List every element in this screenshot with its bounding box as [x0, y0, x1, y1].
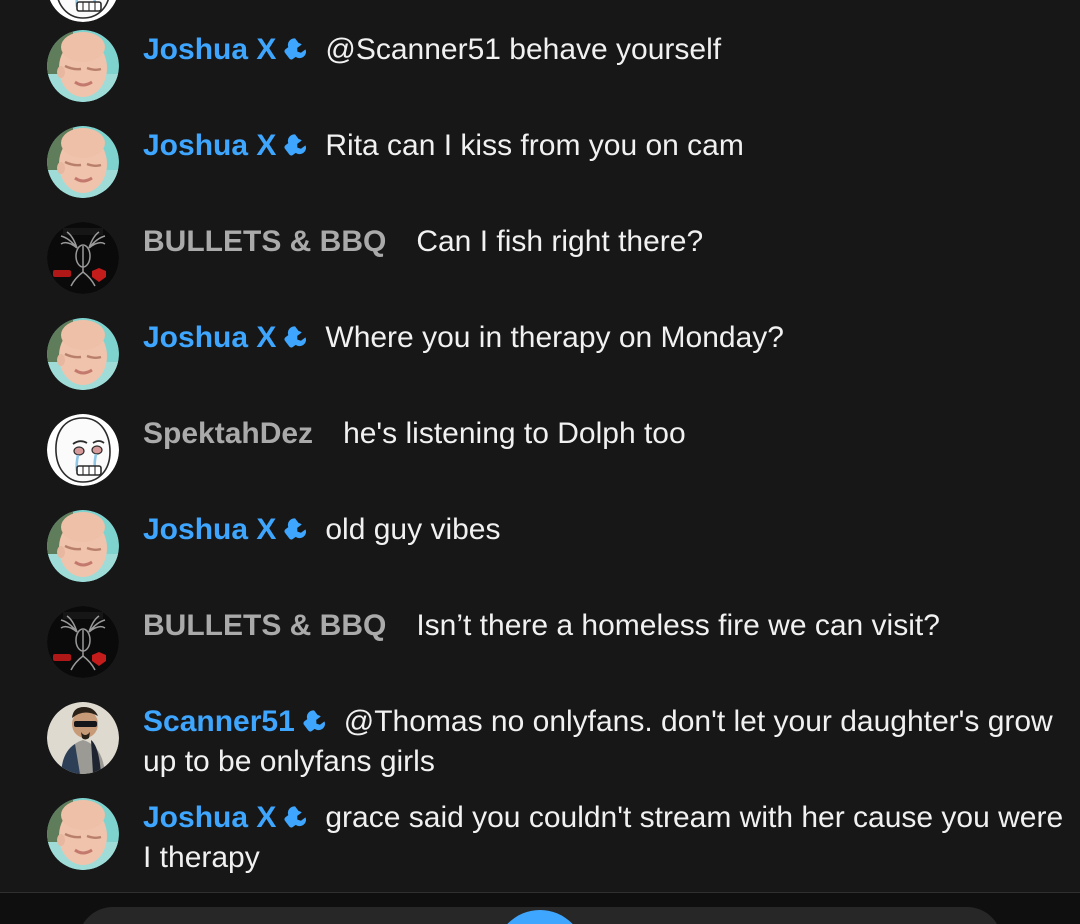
message-line: BULLETS & BBQ Isn’t there a homeless fire…: [143, 609, 940, 642]
message-author[interactable]: BULLETS & BBQ: [143, 609, 386, 642]
avatar[interactable]: [47, 222, 119, 294]
wrench-icon: [283, 516, 309, 542]
avatar[interactable]: [47, 606, 119, 678]
chat-message[interactable]: BULLETS & BBQ Can I fish right there?: [0, 214, 1080, 310]
avatar-image-joshua: [47, 126, 119, 198]
wrench-icon: [283, 132, 309, 158]
wrench-icon: [283, 324, 309, 350]
message-line: Joshua X Rita can I kiss from you on cam: [143, 129, 744, 162]
message-body: old guy vibes: [325, 513, 501, 546]
message-author[interactable]: BULLETS & BBQ: [143, 225, 386, 258]
chat-message-list[interactable]: Joshua X @Scanner51 behave yourself Joshua…: [0, 0, 1080, 892]
avatar[interactable]: [47, 126, 119, 198]
message-line: BULLETS & BBQ Can I fish right there?: [143, 225, 703, 258]
message-body: Can I fish right there?: [416, 225, 704, 258]
message-author[interactable]: Joshua X: [143, 129, 276, 162]
chat-message[interactable]: SpektahDez he's listening to Dolph too: [0, 406, 1080, 502]
chat-message[interactable]: Joshua X @Scanner51 behave yourself: [0, 22, 1080, 118]
message-body: Isn’t there a homeless fire we can visit…: [416, 609, 940, 642]
chat-message[interactable]: [0, 0, 1080, 22]
message-body: Rita can I kiss from you on cam: [325, 129, 744, 162]
wrench-icon: [302, 708, 328, 734]
message-author[interactable]: Joshua X: [143, 321, 276, 354]
avatar-image-joshua: [47, 510, 119, 582]
message-author[interactable]: Joshua X: [143, 801, 276, 834]
message-line: Joshua Xgrace said you couldn't stream w…: [143, 801, 1063, 874]
wrench-icon: [283, 804, 309, 830]
chat-message[interactable]: Scanner51 @Thomas no onlyfans. don't let …: [0, 694, 1080, 790]
message-body: grace said you couldn't stream with her …: [143, 801, 1064, 874]
message-author[interactable]: Scanner51: [143, 705, 295, 738]
message-author[interactable]: Joshua X: [143, 33, 276, 66]
avatar-image-bullets: [47, 606, 119, 678]
message-line: Joshua X Where you in therapy on Monday?: [143, 321, 784, 354]
avatar[interactable]: [47, 510, 119, 582]
message-line: Joshua X @Scanner51 behave yourself: [143, 33, 721, 66]
chat-composer-bar[interactable]: [0, 893, 1080, 924]
avatar-image-bullets: [47, 222, 119, 294]
avatar-image-joshua: [47, 30, 119, 102]
chat-message[interactable]: Joshua Xgrace said you couldn't stream w…: [0, 790, 1080, 886]
avatar-image-wojak: [47, 414, 119, 486]
message-body: Where you in therapy on Monday?: [325, 321, 784, 354]
wrench-icon: [283, 36, 309, 62]
message-author[interactable]: Joshua X: [143, 513, 276, 546]
avatar[interactable]: [47, 0, 119, 22]
chat-message[interactable]: Joshua X old guy vibes: [0, 502, 1080, 598]
avatar[interactable]: [47, 30, 119, 102]
avatar[interactable]: [47, 702, 119, 774]
message-line: SpektahDez he's listening to Dolph too: [143, 417, 686, 450]
message-body: he's listening to Dolph too: [343, 417, 686, 450]
chat-message[interactable]: Joshua X Where you in therapy on Monday?: [0, 310, 1080, 406]
avatar[interactable]: [47, 318, 119, 390]
message-author[interactable]: SpektahDez: [143, 417, 313, 450]
chat-message[interactable]: BULLETS & BBQ Isn’t there a homeless fire…: [0, 598, 1080, 694]
avatar-image-joshua: [47, 798, 119, 870]
chat-message[interactable]: Joshua X Rita can I kiss from you on cam: [0, 118, 1080, 214]
avatar[interactable]: [47, 414, 119, 486]
message-line: Scanner51 @Thomas no onlyfans. don't let …: [143, 705, 1053, 778]
avatar-image-joshua: [47, 318, 119, 390]
avatar[interactable]: [47, 798, 119, 870]
message-line: Joshua X old guy vibes: [143, 513, 500, 546]
message-body: @Scanner51 behave yourself: [325, 33, 722, 66]
avatar-image-scanner: [47, 702, 119, 774]
avatar-image-wojak: [47, 0, 119, 22]
live-chat-screen: Joshua X @Scanner51 behave yourself Joshua…: [0, 0, 1080, 924]
